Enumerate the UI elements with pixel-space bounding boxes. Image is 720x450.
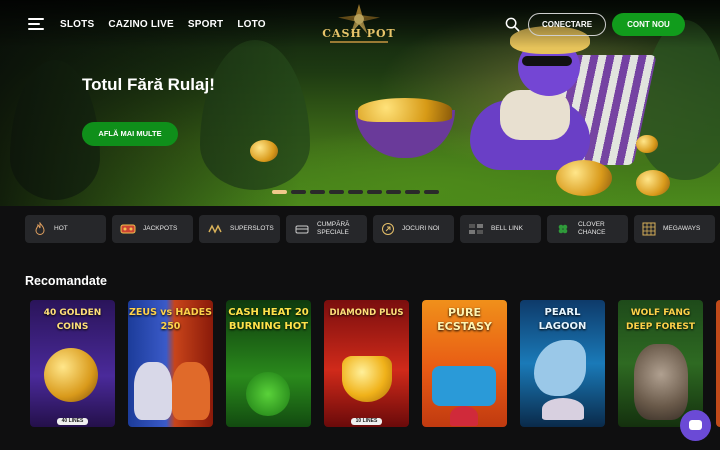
game-card-zeus-vs-hades[interactable]: ZEUS vs HADES 250	[128, 300, 213, 427]
category-label: MEGAWAYS	[663, 225, 701, 232]
login-button[interactable]: CONECTARE	[528, 13, 606, 36]
category-label: JACKPOTS	[143, 225, 178, 232]
buy-feature-icon	[295, 225, 309, 234]
gold-coin	[250, 140, 278, 162]
watermelon-art	[450, 406, 478, 426]
category-bell-link[interactable]: BELL LINK	[460, 215, 541, 243]
megaways-icon	[642, 222, 656, 236]
category-jackpots[interactable]: JACKPOTS	[112, 215, 193, 243]
category-label: SUPERSLOTS	[230, 225, 274, 232]
sevens-art	[432, 366, 496, 406]
slider-dot[interactable]	[386, 190, 401, 194]
section-title-recommended: Recomandate	[25, 274, 107, 288]
mascot-glasses	[522, 56, 572, 66]
category-label: CUMPĂRĂ SPECIALE	[317, 221, 350, 236]
category-label: BELL LINK	[491, 225, 523, 232]
slider-dot[interactable]	[367, 190, 382, 194]
bell-link-icon	[469, 224, 483, 234]
nav-slots[interactable]: SLOTS	[60, 19, 94, 30]
clover-icon	[558, 224, 568, 234]
category-label: CLOVER CHANCE	[578, 221, 606, 236]
nav-cazino-live[interactable]: CAZINO LIVE	[108, 19, 174, 30]
category-new-games[interactable]: JOCURI NOI	[373, 215, 454, 243]
hero-title: Totul Fără Rulaj!	[82, 75, 215, 94]
wolf-art	[634, 344, 688, 420]
nav-sport[interactable]: SPORT	[188, 19, 223, 30]
lines-badge: 40 LINES	[57, 418, 88, 425]
game-title: 40 GOLDEN COINS	[43, 308, 102, 332]
category-bar: HOT JACKPOTS SUPERSLOTS CUMPĂRĂ SPECIALE…	[25, 215, 720, 243]
slider-dot[interactable]	[310, 190, 325, 194]
game-title: WOLF FANG DEEP FOREST	[626, 308, 695, 332]
menu-icon[interactable]	[28, 18, 44, 30]
chat-button[interactable]	[680, 410, 711, 441]
nav-loto[interactable]: LOTO	[237, 19, 265, 30]
game-title: DIAMOND PLUS	[329, 308, 404, 318]
search-icon[interactable]	[505, 17, 520, 32]
game-title: PURE ECSTASY	[437, 306, 492, 333]
logo-text: CASH POT	[322, 27, 396, 40]
category-label: HOT	[54, 225, 68, 232]
game-title: PEARL LAGOON	[538, 307, 587, 332]
slider-dot[interactable]	[272, 190, 287, 194]
category-clover-chance[interactable]: CLOVER CHANCE	[547, 215, 628, 243]
category-label: JOCURI NOI	[402, 225, 440, 232]
lines-badge: 10 LINES	[351, 418, 382, 425]
logo-underline	[330, 41, 388, 43]
slider-dot[interactable]	[348, 190, 363, 194]
recommended-games: 40 GOLDEN COINS 40 LINES ZEUS vs HADES 2…	[30, 300, 720, 427]
slider-dot[interactable]	[329, 190, 344, 194]
slider-dots	[272, 190, 439, 194]
game-card-20-burning-hot[interactable]: CASH HEAT 20 BURNING HOT	[226, 300, 311, 427]
category-hot[interactable]: HOT	[25, 215, 106, 243]
slider-dot[interactable]	[424, 190, 439, 194]
learn-more-button[interactable]: AFLĂ MAI MULTE	[82, 122, 178, 146]
gold-pile	[358, 98, 452, 122]
mascot-shirt	[500, 90, 570, 140]
slider-dot[interactable]	[405, 190, 420, 194]
slider-dot[interactable]	[291, 190, 306, 194]
game-card-pure-ecstasy[interactable]: PURE ECSTASY	[422, 300, 507, 427]
chat-icon	[689, 420, 702, 430]
game-card-pearl-lagoon[interactable]: PEARL LAGOON	[520, 300, 605, 427]
zeus-art	[134, 362, 172, 420]
shell-art	[542, 398, 584, 420]
jackpot-icon	[120, 224, 136, 234]
game-title: ZEUS vs HADES 250	[129, 307, 212, 332]
game-card-diamond-plus[interactable]: DIAMOND PLUS 10 LINES	[324, 300, 409, 427]
category-superslots[interactable]: SUPERSLOTS	[199, 215, 280, 243]
superslots-icon	[208, 224, 222, 234]
game-title: CASH HEAT 20 BURNING HOT	[228, 307, 309, 332]
coin-art	[44, 348, 98, 402]
flame-icon	[35, 222, 45, 235]
game-card-next[interactable]	[716, 300, 720, 427]
top-navbar: SLOTS CAZINO LIVE SPORT LOTO CASH POT CO…	[0, 0, 720, 48]
gold-coin	[556, 160, 612, 196]
clover-art	[246, 372, 290, 416]
signup-button[interactable]: CONT NOU	[612, 13, 685, 36]
hades-art	[172, 362, 210, 420]
game-card-wolf-fang[interactable]: WOLF FANG DEEP FOREST	[618, 300, 703, 427]
gold-coin	[636, 170, 670, 196]
new-games-icon	[382, 223, 394, 235]
diamond-art	[342, 356, 392, 402]
category-buy-feature[interactable]: CUMPĂRĂ SPECIALE	[286, 215, 367, 243]
game-card-40-golden-coins[interactable]: 40 GOLDEN COINS 40 LINES	[30, 300, 115, 427]
dolphin-art	[534, 340, 586, 396]
category-megaways[interactable]: MEGAWAYS	[634, 215, 715, 243]
cashpot-logo[interactable]: CASH POT	[310, 4, 408, 46]
main-nav: SLOTS CAZINO LIVE SPORT LOTO	[60, 19, 266, 30]
gold-coin	[636, 135, 658, 153]
